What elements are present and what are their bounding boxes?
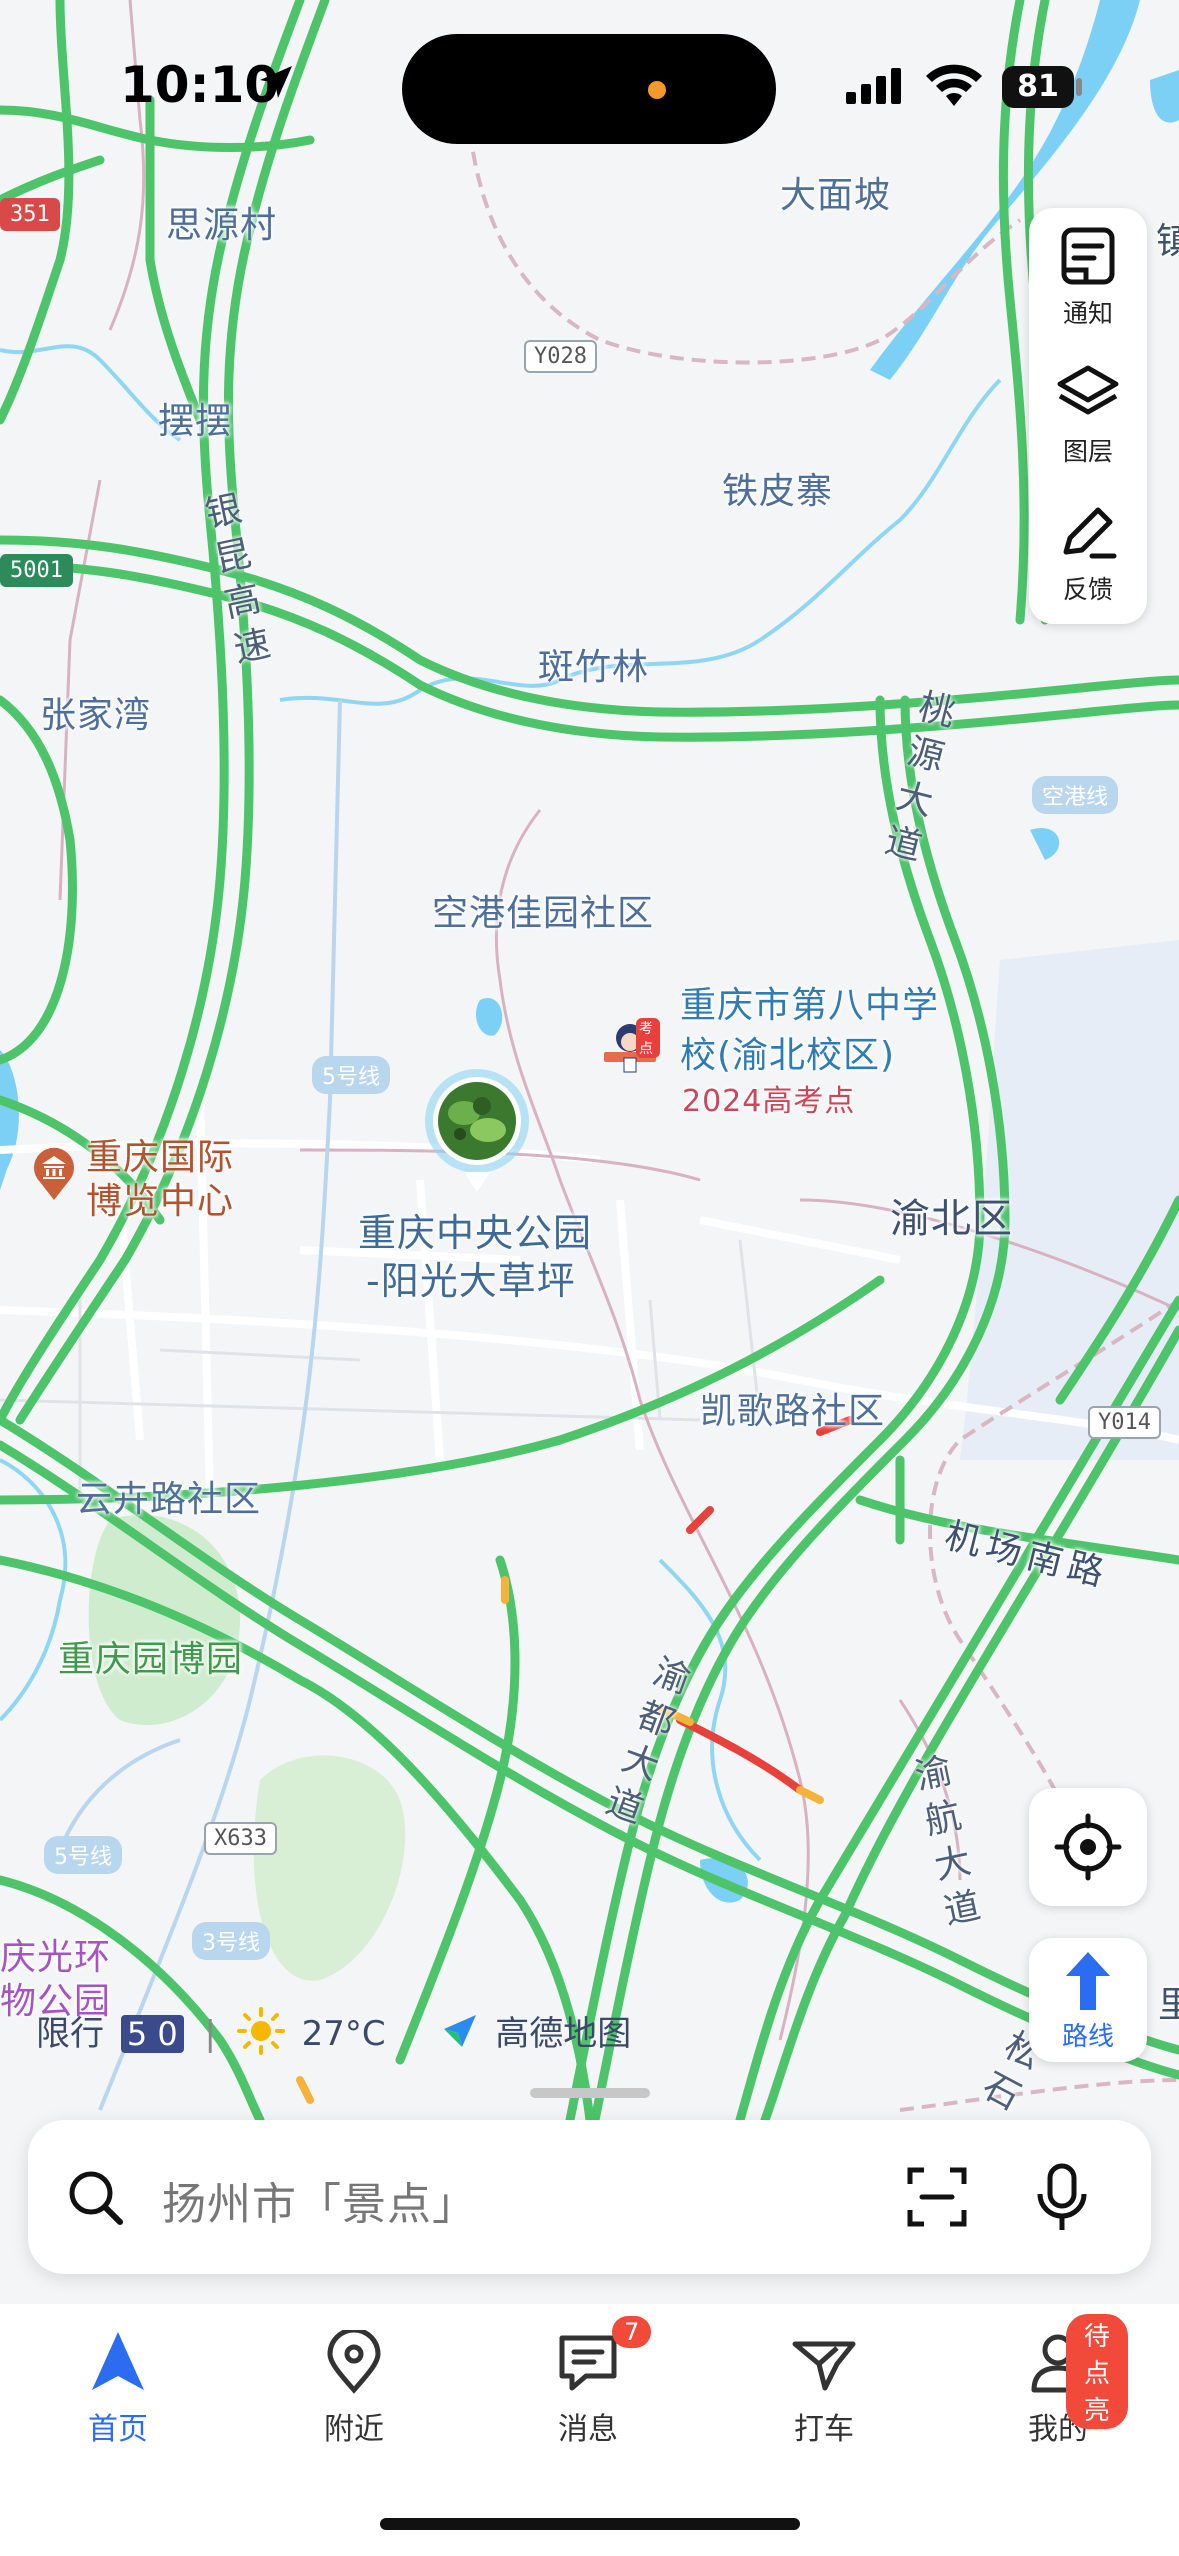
district-label[interactable]: 渝北区 [890,1186,1013,1244]
map-canvas[interactable]: 思源村 摆摆 大面坡 铁皮寨 斑竹林 张家湾 空港佳园社区 渝北区 凯歌路社区 … [0,0,1179,2120]
location-arrow-icon [256,62,296,106]
tab-home-label: 首页 [88,2412,148,2447]
metro-line-tag: 5号线 [44,1836,122,1874]
park-label[interactable]: -阳光大草坪 [366,1250,576,1305]
wifi-icon [924,62,984,112]
place-label[interactable]: 思源村 [166,196,277,248]
taxi-icon [792,2341,856,2391]
temperature: 27°C [301,2014,386,2054]
place-label[interactable]: 空港佳园社区 [432,884,654,936]
search-placeholder[interactable]: 扬州市「景点」 [162,2168,477,2232]
feedback-button[interactable]: 反馈 [1029,484,1147,614]
museum-icon[interactable] [30,1144,78,1200]
metro-line-tag: 空港线 [1032,776,1119,814]
restrict-label: 限行 [36,2014,104,2054]
search-icon [69,2171,123,2225]
scan-icon[interactable] [904,2164,970,2230]
park-label[interactable]: 重庆园博园 [58,1630,243,1682]
map-base-layer [0,0,1179,2120]
battery-tip [1076,78,1082,96]
tab-nearby-label: 附近 [324,2412,384,2447]
mine-badge: 待点亮 [1066,2314,1128,2429]
road-shield: X633 [204,1822,277,1855]
notify-label: 通知 [1062,299,1113,328]
notification-icon [1061,227,1115,285]
layers-icon [1057,365,1119,415]
metro-line-tag: 5号线 [312,1056,390,1094]
map-tools-panel: 通知 图层 反馈 [1029,208,1147,624]
place-label[interactable]: 张家湾 [40,686,151,738]
place-label[interactable]: 大面坡 [780,166,891,218]
brand-label: 高德地图 [495,2014,632,2054]
expo-label[interactable]: 博览中心 [86,1172,234,1224]
place-label-edge: 里 [1158,1985,1179,2026]
school-tag: 2024高考点 [682,1084,856,1119]
tab-taxi-label: 打车 [794,2412,854,2447]
edit-pencil-icon [1063,507,1117,559]
school-label[interactable]: 重庆市第八中学 [680,976,939,1028]
route-arrow-icon [1066,1952,1110,2010]
route-label: 路线 [1061,2022,1114,2052]
signal-icon [846,66,906,110]
crosshair-icon [1054,1813,1122,1881]
status-bar: 10:10 81 [0,0,1179,150]
school-badge: 考点 [636,1018,660,1058]
navigation-arrow-icon [92,2332,144,2390]
amap-logo-icon [440,2011,480,2060]
tab-mine[interactable]: 我的 待点亮 [988,2314,1128,2448]
battery-indicator: 81 [1002,66,1074,108]
metro-line-tag: 3号线 [192,1922,270,1960]
tab-home[interactable]: 首页 [48,2330,188,2448]
tab-taxi[interactable]: 打车 [754,2330,894,2448]
place-label[interactable]: 铁皮寨 [722,462,833,514]
search-bar[interactable]: 扬州市「景点」 [28,2120,1151,2274]
road-shield: Y028 [524,340,597,373]
tab-messages-label: 消息 [558,2412,618,2447]
school-label[interactable]: 校(渝北校区) [680,1026,895,1078]
tab-nearby[interactable]: 附近 [284,2327,424,2448]
home-indicator[interactable] [380,2518,800,2530]
sun-icon [236,2007,285,2064]
locate-button[interactable] [1029,1788,1147,1906]
route-button[interactable]: 路线 [1029,1938,1147,2062]
sheet-drag-handle[interactable] [530,2088,650,2098]
restrict-plate: 5 0 [120,2015,184,2053]
tab-messages[interactable]: 消息 7 [518,2316,658,2448]
park-photo-marker[interactable] [424,1068,530,1198]
info-row: 限行 5 0 | 27°C 高德地图 [36,2006,631,2056]
microphone-icon[interactable] [1034,2162,1090,2234]
layers-button[interactable]: 图层 [1029,346,1147,476]
place-label[interactable]: 斑竹林 [538,638,649,690]
place-label-edge: 镇 [1156,221,1179,262]
park-label[interactable]: 重庆中央公园 [358,1202,592,1257]
dynamic-island [402,34,776,144]
feedback-label: 反馈 [1062,575,1113,604]
messages-badge: 7 [612,2316,652,2348]
road-shield: Y014 [1088,1406,1161,1439]
layers-label: 图层 [1062,437,1113,466]
school-poi-icon[interactable]: 考点 [600,1018,660,1078]
place-label[interactable]: 云卉路社区 [76,1470,261,1522]
notify-button[interactable]: 通知 [1029,208,1147,338]
road-shield: 351 [0,198,60,231]
location-pin-icon [327,2327,381,2394]
place-label[interactable]: 凯歌路社区 [700,1382,885,1434]
road-shield: 5001 [0,554,73,587]
place-label[interactable]: 摆摆 [158,392,232,444]
message-icon [559,2335,617,2391]
divider: | [204,2014,216,2054]
